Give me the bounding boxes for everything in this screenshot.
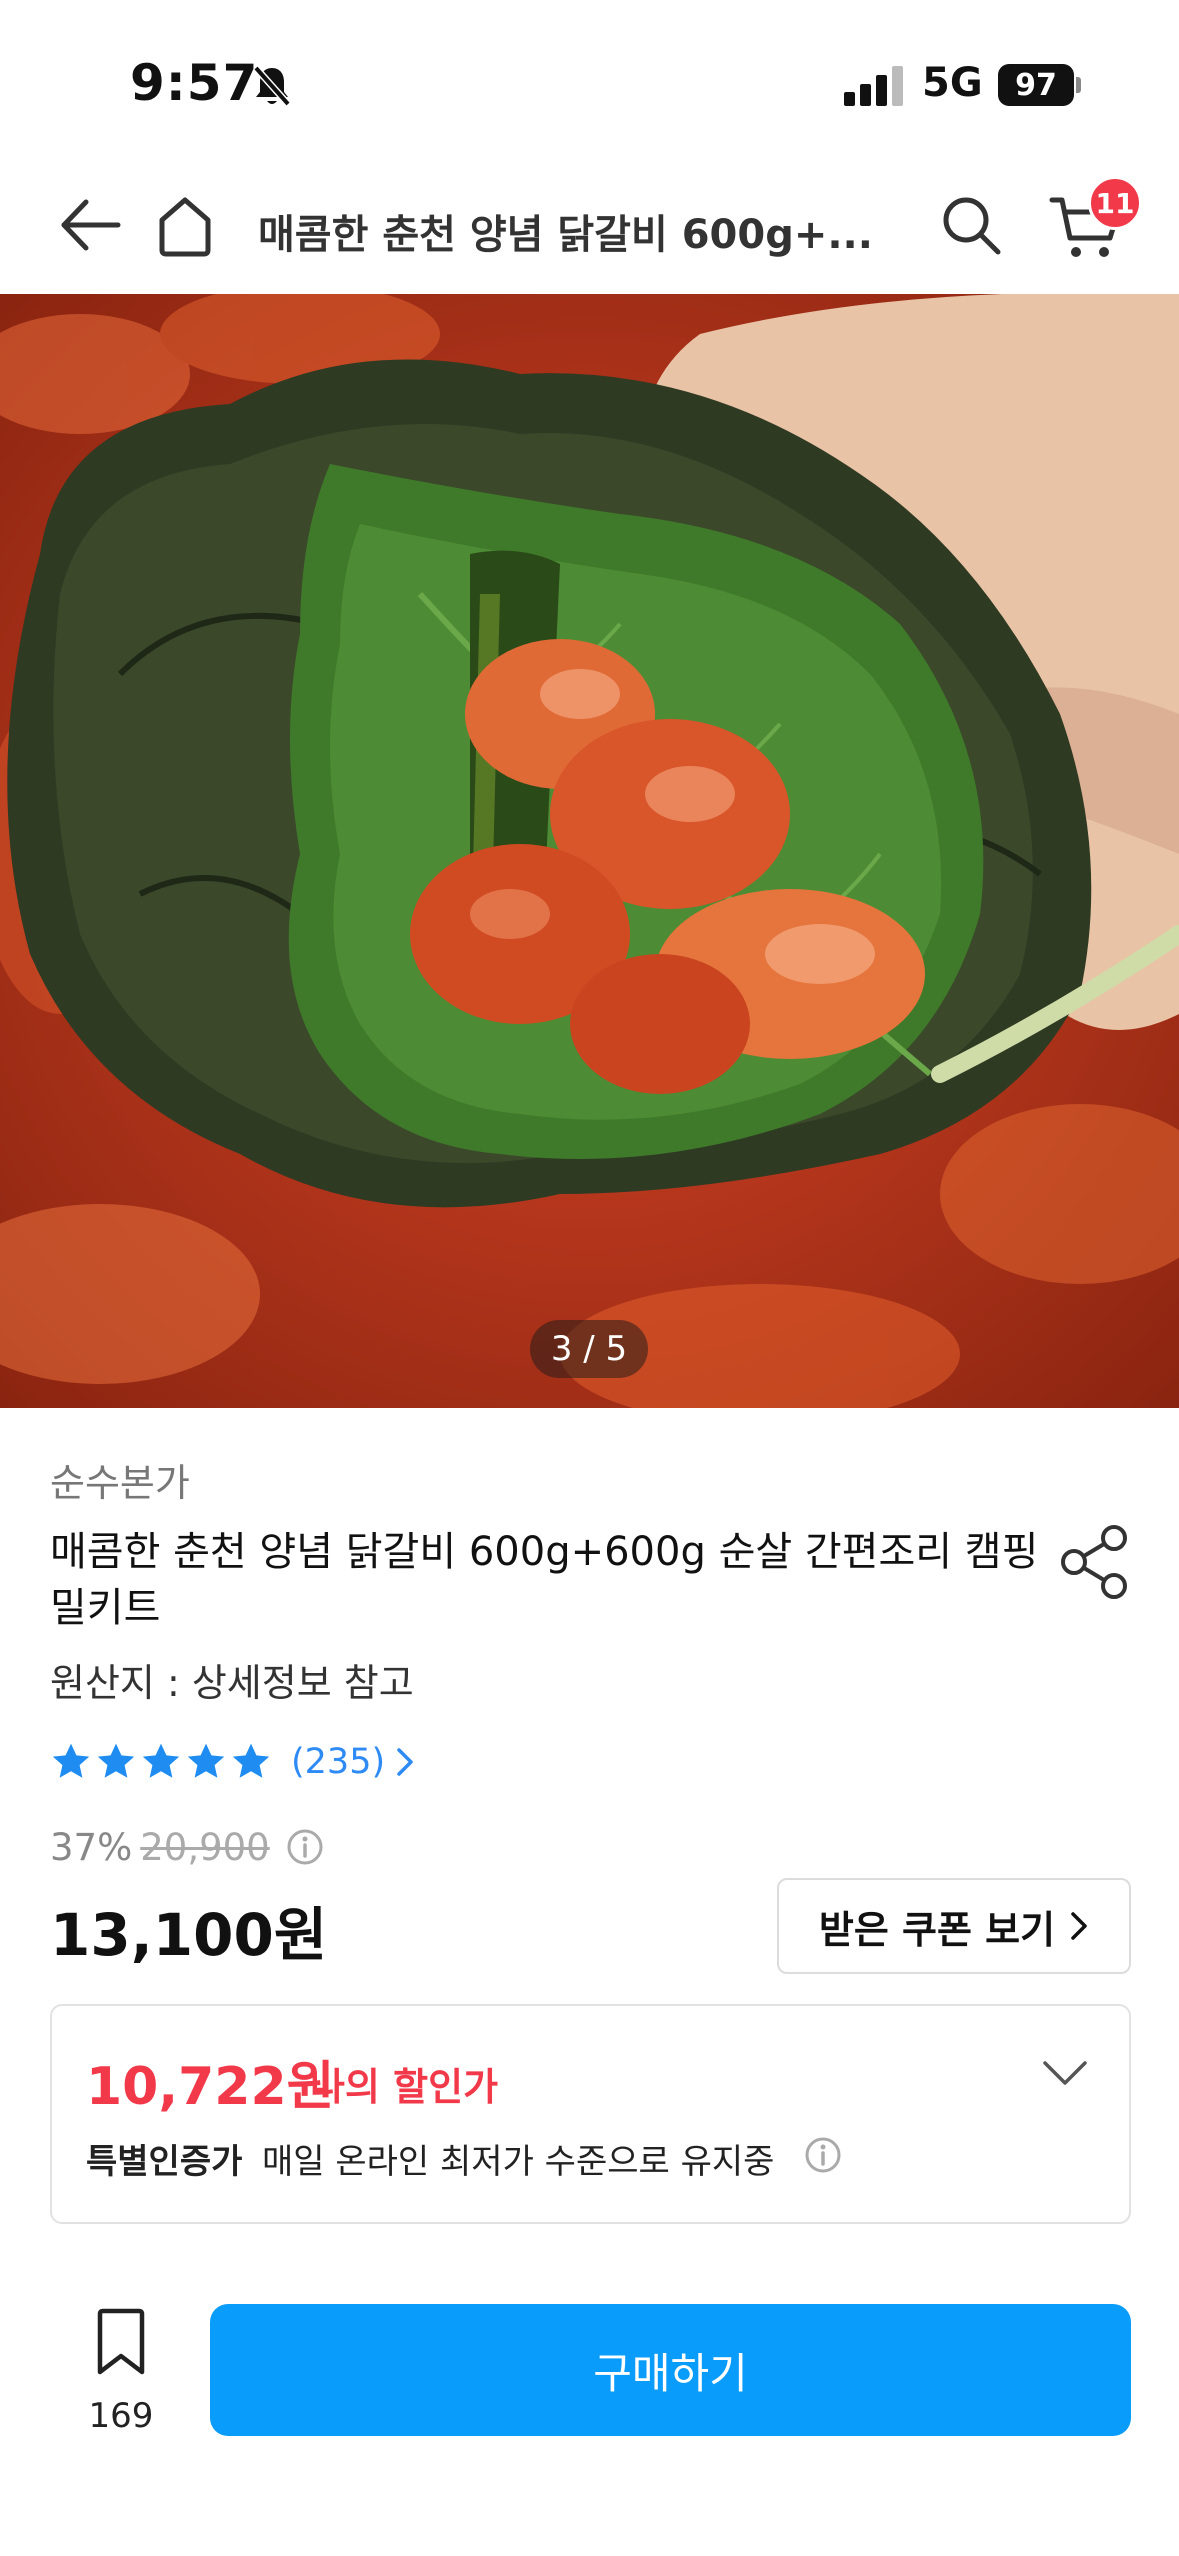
my-discount-price: 10,722원 xyxy=(86,2057,335,2117)
image-counter: 3 / 5 xyxy=(530,1320,648,1378)
status-time: 9:57 xyxy=(130,54,259,112)
star-icon xyxy=(97,1743,135,1778)
star-icon xyxy=(52,1743,90,1778)
chevron-right-icon xyxy=(1071,1912,1087,1940)
buy-button[interactable]: 구매하기 xyxy=(210,2304,1131,2436)
view-coupons-button[interactable]: 받은 쿠폰 보기 xyxy=(777,1878,1131,1974)
info-icon[interactable] xyxy=(286,1828,324,1866)
cart-count-badge: 11 xyxy=(1088,176,1142,230)
rating-row[interactable]: (235) xyxy=(50,1738,415,1786)
chevron-right-icon xyxy=(397,1748,413,1776)
home-icon[interactable] xyxy=(150,190,220,260)
share-icon[interactable] xyxy=(1058,1524,1132,1600)
product-title: 매콤한 춘천 양념 닭갈비 600g+600g 순살 간편조리 캠핑 밀키트 xyxy=(50,1529,1039,1631)
origin-info: 원산지 : 상세정보 참고 xyxy=(50,1661,414,1705)
page-title: 매콤한 춘천 양념 닭갈비 600g+... xyxy=(258,212,873,258)
coupon-button-label: 받은 쿠폰 보기 xyxy=(818,1907,1056,1952)
info-icon[interactable] xyxy=(804,2136,842,2174)
review-count[interactable]: (235) xyxy=(291,1742,385,1782)
back-arrow-icon[interactable] xyxy=(56,190,126,260)
status-bar: 9:57 5G 97 xyxy=(0,0,1179,160)
special-price-description: 매일 온라인 최저가 수준으로 유지중 xyxy=(262,2142,775,2182)
discount-row: 37% 20,900 xyxy=(50,1822,324,1872)
network-label: 5G xyxy=(922,60,983,106)
special-price-label: 특별인증가 xyxy=(86,2142,243,2182)
brand-name[interactable]: 순수본가 xyxy=(50,1452,190,1507)
bell-muted-icon xyxy=(253,65,291,107)
signal-icon xyxy=(844,66,903,106)
bookmark-count: 169 xyxy=(88,2396,154,2436)
my-discount-label: 나의 할인가 xyxy=(310,2065,499,2109)
star-icon xyxy=(232,1743,270,1778)
bookmark-button[interactable]: 169 xyxy=(66,2300,176,2440)
my-price-card[interactable]: 10,722원 나의 할인가 특별인증가 매일 온라인 최저가 수준으로 유지중 xyxy=(50,2004,1131,2224)
chevron-down-icon[interactable] xyxy=(1040,2058,1090,2088)
bookmark-icon xyxy=(97,2308,145,2375)
sale-price: 13,100원 xyxy=(50,1901,328,1969)
battery-indicator: 97 xyxy=(998,64,1074,106)
star-icon xyxy=(187,1743,225,1778)
star-icon xyxy=(142,1743,180,1778)
top-nav: 매콤한 춘천 양념 닭갈비 600g+... 11 xyxy=(0,160,1179,292)
discount-rate: 37% xyxy=(50,1825,133,1869)
battery-tip xyxy=(1076,77,1081,93)
search-icon[interactable] xyxy=(936,190,1006,260)
product-image[interactable]: 3 / 5 xyxy=(0,294,1179,1408)
buy-button-label: 구매하기 xyxy=(593,2348,748,2398)
battery-level: 97 xyxy=(1015,67,1057,103)
original-price: 20,900 xyxy=(140,1825,270,1869)
product-photo xyxy=(0,294,1179,1408)
